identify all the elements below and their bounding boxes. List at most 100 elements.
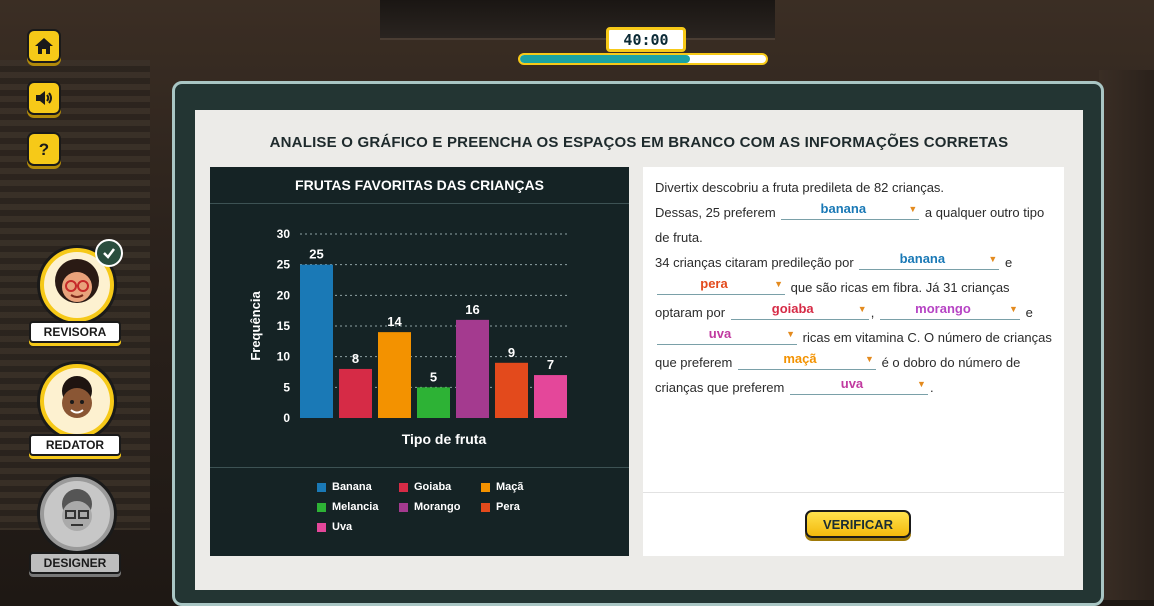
blank-dropdown-7[interactable]: maçã ▼ <box>737 350 876 370</box>
legend-label: Morango <box>414 501 461 513</box>
text-segment: 34 crianças citaram predileção por <box>655 255 854 270</box>
girl-avatar-icon <box>55 259 99 303</box>
avatar-designer <box>37 474 117 554</box>
blank-value: morango <box>915 301 971 316</box>
legend-item: Goiaba <box>399 481 481 493</box>
blank-dropdown-8[interactable]: uva ▼ <box>789 375 928 395</box>
legend-item: Morango <box>399 501 481 513</box>
legend-item: Maçã <box>481 481 541 493</box>
legend-item: Melancia <box>317 501 399 513</box>
legend-item: Pera <box>481 501 541 513</box>
role-label: REVISORA <box>29 321 121 343</box>
role-label: DESIGNER <box>29 552 121 574</box>
blank-value: uva <box>840 376 864 391</box>
question-icon: ? <box>39 140 49 159</box>
chevron-down-icon: ▼ <box>865 354 874 364</box>
legend-item: Uva <box>317 521 399 533</box>
legend-swatch <box>481 502 490 512</box>
blank-dropdown-4[interactable]: goiaba ▼ <box>730 300 869 320</box>
verify-button[interactable]: VERIFICAR <box>805 510 911 538</box>
ceiling-vent <box>380 0 775 40</box>
boy-avatar-icon <box>62 376 92 418</box>
sound-button[interactable] <box>27 81 61 115</box>
bar-value-label: 16 <box>465 302 479 317</box>
chart-legend: Banana Goiaba Maçã Melancia Morango Pera Uva <box>317 481 547 533</box>
instruction-heading: ANALISE O GRÁFICO E PREENCHA OS ESPAÇOS … <box>269 134 1009 151</box>
bar-value-label: 25 <box>309 247 323 262</box>
chevron-down-icon: ▼ <box>1009 304 1018 314</box>
bar-banana <box>300 264 333 418</box>
home-button[interactable] <box>27 29 61 63</box>
legend-label: Maçã <box>496 481 524 493</box>
blank-dropdown-3[interactable]: pera ▼ <box>657 275 785 295</box>
role-label: REDATOR <box>29 434 121 456</box>
blank-value: maçã <box>783 351 817 366</box>
y-tick-label: 5 <box>283 380 290 394</box>
chevron-down-icon: ▼ <box>774 279 783 289</box>
legend-swatch <box>317 502 326 512</box>
blank-dropdown-6[interactable]: uva ▼ <box>657 325 797 345</box>
fill-in-text: Divertix descobriu a fruta predileta de … <box>655 175 1055 400</box>
y-tick-label: 30 <box>277 227 291 241</box>
bar-chart: 0 5 10 15 20 25 30 Frequência Tipo de fruta 25 8 14… <box>248 227 570 447</box>
bar-melancia <box>417 387 450 418</box>
text-segment: , <box>870 305 875 320</box>
bar-value-label: 7 <box>547 357 554 372</box>
blank-dropdown-2[interactable]: banana ▼ <box>859 250 1000 270</box>
blank-value: pera <box>700 276 728 291</box>
bar-value-label: 9 <box>508 345 515 360</box>
bar-pera <box>495 362 528 418</box>
home-icon <box>35 38 53 54</box>
blank-dropdown-1[interactable]: banana ▼ <box>781 200 920 220</box>
legend-label: Banana <box>332 481 372 493</box>
legend-label: Pera <box>496 501 520 513</box>
bar-maçã <box>378 332 411 418</box>
timer-progress-bar <box>518 53 768 65</box>
fill-in-text-card: Divertix descobriu a fruta predileta de … <box>643 167 1064 556</box>
text-segment: . <box>929 380 934 395</box>
blank-value: uva <box>708 326 732 341</box>
legend-label: Melancia <box>332 501 379 513</box>
legend-swatch <box>317 522 326 532</box>
chevron-down-icon: ▼ <box>917 379 926 389</box>
blank-value: goiaba <box>771 301 814 316</box>
legend-item: Banana <box>317 481 399 493</box>
divider <box>643 492 1064 493</box>
chevron-down-icon: ▼ <box>857 304 867 314</box>
chart-card: FRUTAS FAVORITAS DAS CRIANÇAS 0 5 10 15 20 25… <box>210 167 629 556</box>
divider <box>210 203 629 204</box>
help-button[interactable]: ? <box>27 132 61 166</box>
chart-title: FRUTAS FAVORITAS DAS CRIANÇAS <box>295 177 544 193</box>
bar-value-label: 8 <box>352 351 359 366</box>
text-segment: Dessas, 25 preferem <box>655 205 776 220</box>
text-segment: Divertix descobriu a fruta predileta de … <box>655 180 945 195</box>
chevron-down-icon: ▼ <box>908 204 918 214</box>
bar-uva <box>534 375 567 418</box>
chevron-down-icon: ▼ <box>786 329 795 339</box>
legend-swatch <box>481 482 490 492</box>
bar-value-label: 14 <box>387 314 402 329</box>
timer-display: 40:00 <box>606 27 686 52</box>
bar-goiaba <box>339 368 372 418</box>
y-tick-label: 20 <box>277 288 291 302</box>
speaker-icon <box>36 91 52 105</box>
y-tick-label: 10 <box>277 350 291 364</box>
completed-check-icon <box>95 239 123 267</box>
designer-avatar-icon <box>62 489 92 531</box>
blank-dropdown-5[interactable]: morango ▼ <box>879 300 1020 320</box>
y-tick-label: 0 <box>283 411 290 425</box>
legend-swatch <box>399 502 408 512</box>
avatar-redator <box>37 361 117 441</box>
blank-value: banana <box>899 251 946 266</box>
legend-swatch <box>399 482 408 492</box>
blank-value: banana <box>820 201 867 216</box>
x-axis-label: Tipo de fruta <box>402 431 487 447</box>
wall-panel <box>1099 70 1154 600</box>
y-axis-label: Frequência <box>248 291 263 361</box>
legend-label: Uva <box>332 521 353 533</box>
y-tick-label: 15 <box>277 319 291 333</box>
svg-text:?: ? <box>39 140 49 159</box>
legend-label: Goiaba <box>414 481 452 493</box>
text-segment: e <box>1025 305 1033 320</box>
y-tick-label: 25 <box>277 258 291 272</box>
